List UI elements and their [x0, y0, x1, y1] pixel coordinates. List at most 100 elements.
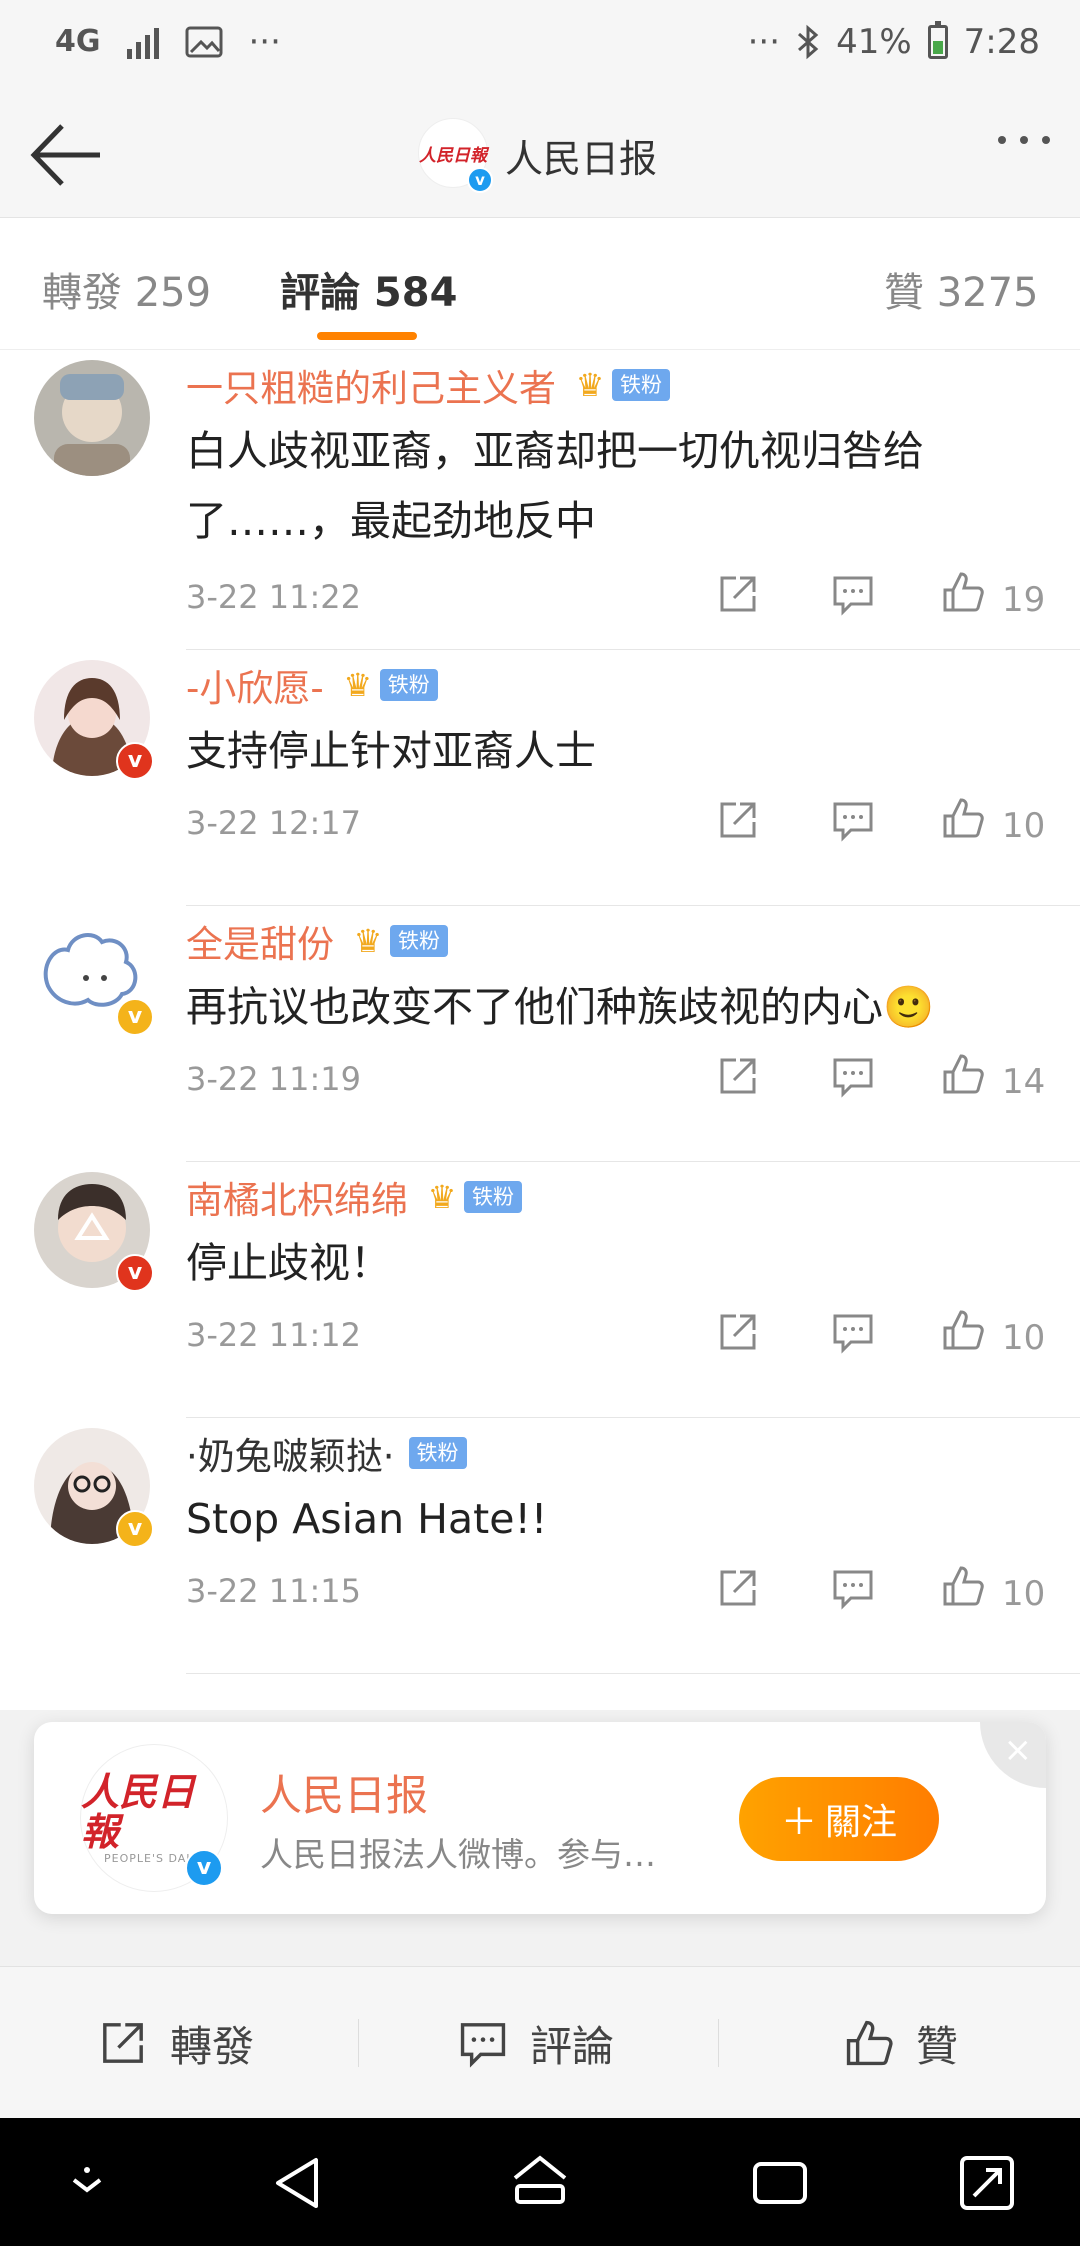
avatar-image — [34, 360, 150, 476]
verified-badge-icon: v — [116, 742, 154, 780]
home-icon[interactable] — [505, 2148, 575, 2218]
popup-avatar[interactable]: 人民日報 PEOPLE'S DAILY v — [80, 1744, 228, 1892]
separator — [718, 2019, 719, 2067]
tab-comments[interactable]: 評論 584 — [280, 260, 457, 318]
more-options-icon[interactable] — [998, 136, 1050, 144]
popup-account-name[interactable]: 人民日报 — [260, 1762, 428, 1823]
thumbs-up-icon[interactable] — [941, 570, 985, 614]
clock: 7:28 — [963, 22, 1040, 62]
comment-text: 再抗议也改变不了他们种族歧视的内心🙂 — [186, 983, 935, 1031]
comment-username[interactable]: 一只粗糙的利己主义者 ♛ 铁粉 — [186, 358, 670, 412]
comment-list: 一只粗糙的利己主义者 ♛ 铁粉 白人歧视亚裔，亚裔却把一切仇视归咎给了……，最起… — [0, 350, 1080, 1674]
follow-button[interactable]: ＋ 關注 — [739, 1777, 939, 1861]
like-count: 19 — [1002, 580, 1046, 620]
active-tab-indicator — [317, 332, 417, 340]
close-icon[interactable]: × — [980, 1722, 1046, 1788]
divider — [186, 1673, 1080, 1674]
tab-reposts[interactable]: 轉發 259 — [42, 260, 211, 318]
like-button[interactable]: 贊 — [844, 1967, 958, 2119]
tab-likes[interactable]: 贊 3275 — [884, 260, 1039, 318]
crown-icon: ♛ — [353, 922, 383, 960]
back-arrow-icon[interactable] — [28, 120, 108, 190]
fan-badge: 铁粉 — [390, 925, 448, 957]
share-icon[interactable] — [716, 1310, 760, 1354]
like-count: 14 — [1002, 1062, 1046, 1102]
fan-badge: 铁粉 — [612, 369, 670, 401]
thumbs-up-icon — [846, 2020, 893, 2066]
system-navigation-bar — [0, 2118, 1080, 2246]
back-icon[interactable] — [264, 2148, 334, 2218]
comment-username[interactable]: 南橘北枳绵绵 ♛ 铁粉 — [186, 1170, 522, 1224]
like-count: 10 — [1002, 1574, 1046, 1614]
username-text: 全是甜份 — [186, 923, 334, 966]
username-text: -小欣愿- — [186, 667, 324, 710]
rotate-screen-icon[interactable] — [952, 2148, 1022, 2218]
comment-icon[interactable] — [831, 572, 875, 616]
crown-icon: ♛ — [427, 1178, 457, 1216]
comment-avatar[interactable]: v — [34, 660, 154, 780]
verified-badge-icon: v — [116, 998, 154, 1036]
chevron-down-icon[interactable] — [52, 2148, 122, 2218]
comment-text: Stop Asian Hate!! — [186, 1495, 548, 1543]
comment-avatar[interactable] — [34, 360, 150, 476]
more-notifications-icon: ··· — [248, 22, 281, 62]
recent-apps-icon[interactable] — [745, 2148, 815, 2218]
plus-icon: ＋ — [780, 1802, 817, 1843]
share-icon[interactable] — [716, 798, 760, 842]
network-indicator: 4G — [55, 24, 101, 59]
battery-icon — [927, 21, 948, 59]
repost-button[interactable]: 轉發 — [98, 1967, 254, 2119]
account-avatar[interactable]: 人民日報 v — [418, 118, 493, 193]
tab-bar: 轉發 259 評論 584 贊 3275 — [0, 218, 1080, 350]
follow-label: 關注 — [825, 1802, 898, 1843]
comment-text: 停止歧视！ — [186, 1239, 391, 1287]
comment-time: 3-22 11:12 — [186, 1316, 362, 1354]
verified-badge-icon: v — [467, 167, 493, 193]
signal-icon — [126, 25, 159, 59]
comment-item: v -小欣愿- ♛ 铁粉 支持停止针对亚裔人士 3-22 12:17 10 — [0, 650, 1080, 906]
comment-icon[interactable] — [831, 1310, 875, 1354]
comment-time: 3-22 11:19 — [186, 1060, 362, 1098]
thumbs-up-icon[interactable] — [941, 796, 985, 840]
thumbs-up-icon[interactable] — [941, 1564, 985, 1608]
share-icon[interactable] — [716, 1566, 760, 1610]
share-icon[interactable] — [716, 1054, 760, 1098]
like-label: 贊 — [916, 2021, 959, 2071]
thumbs-up-icon[interactable] — [941, 1052, 985, 1096]
comment-username[interactable]: -小欣愿- ♛ 铁粉 — [186, 658, 438, 712]
popup-account-description: 人民日报法人微博。参与… — [260, 1835, 656, 1874]
comment-username[interactable]: ·奶兔啵颖挞· 铁粉 — [186, 1426, 467, 1480]
peoples-daily-logo: 人民日報 — [419, 145, 487, 166]
battery-percent: 41% — [836, 22, 912, 62]
overflow-icon: ··· — [747, 22, 781, 62]
like-count: 10 — [1002, 806, 1046, 846]
comment-icon[interactable] — [831, 798, 875, 842]
like-count: 10 — [1002, 1318, 1046, 1358]
fan-badge: 铁粉 — [408, 1437, 467, 1469]
comment-button[interactable]: 評論 — [458, 1967, 614, 2119]
comment-item: v 南橘北枳绵绵 ♛ 铁粉 停止歧视！ 3-22 11:12 10 — [0, 1162, 1080, 1418]
share-icon[interactable] — [716, 572, 760, 616]
status-bar: 4G ··· ··· 41% 7:28 — [0, 0, 1080, 90]
username-text: 南橘北枳绵绵 — [186, 1179, 408, 1222]
comment-item: 一只粗糙的利己主义者 ♛ 铁粉 白人歧视亚裔，亚裔却把一切仇视归咎给了……，最起… — [0, 350, 1080, 650]
username-text: ·奶兔啵颖挞· — [186, 1435, 395, 1478]
peoples-daily-logo: 人民日報 — [81, 1768, 196, 1854]
comment-username[interactable]: 全是甜份 ♛ 铁粉 — [186, 914, 448, 968]
comment-avatar[interactable]: v — [34, 1428, 154, 1548]
comment-item: v 全是甜份 ♛ 铁粉 再抗议也改变不了他们种族歧视的内心🙂 3-22 11:1… — [0, 906, 1080, 1162]
comment-icon[interactable] — [831, 1566, 875, 1610]
crown-icon: ♛ — [343, 666, 373, 704]
separator — [358, 2019, 359, 2067]
comment-avatar[interactable]: v — [34, 1172, 154, 1292]
thumbs-up-icon[interactable] — [941, 1308, 985, 1352]
comment-text: 支持停止针对亚裔人士 — [186, 727, 596, 775]
fan-badge: 铁粉 — [464, 1181, 522, 1213]
verified-badge-icon: v — [116, 1254, 154, 1292]
comment-time: 3-22 11:15 — [186, 1572, 362, 1610]
crown-icon: ♛ — [575, 366, 605, 404]
bottom-action-bar: 轉發 評論 贊 — [0, 1966, 1080, 2118]
comment-label: 評論 — [530, 2021, 615, 2071]
comment-icon[interactable] — [831, 1054, 875, 1098]
comment-avatar[interactable]: v — [34, 916, 154, 1036]
